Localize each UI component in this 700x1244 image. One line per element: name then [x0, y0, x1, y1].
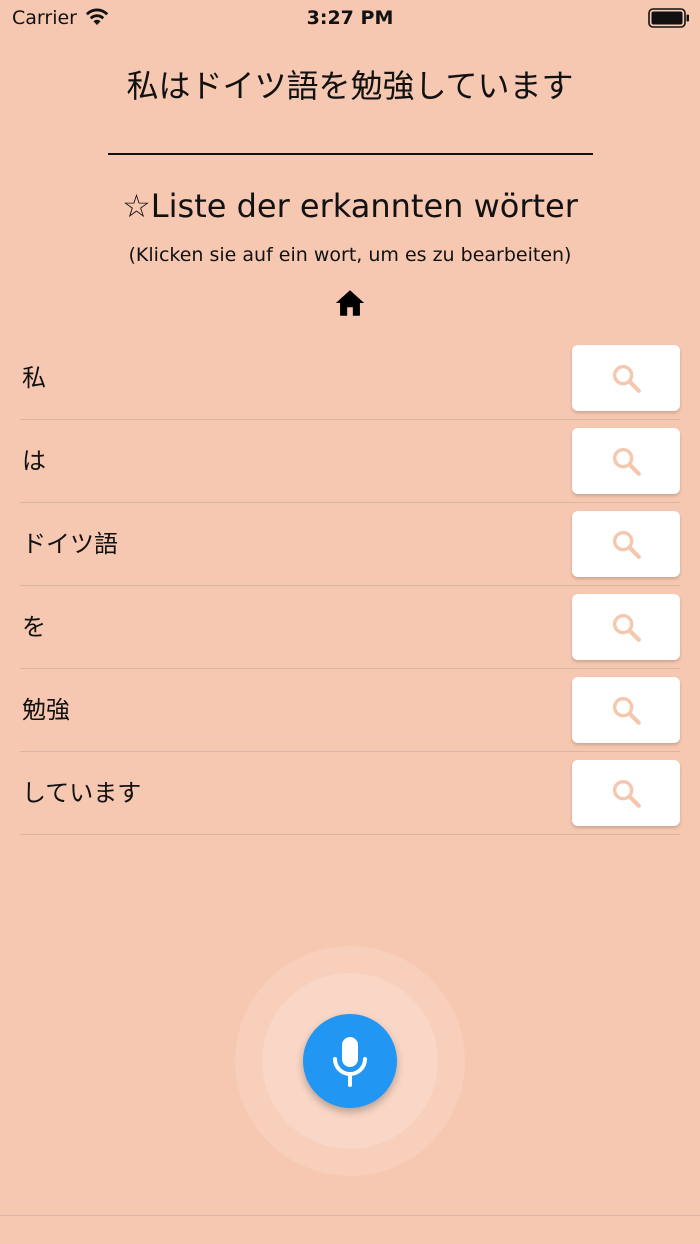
word-label[interactable]: ドイツ語 — [22, 525, 118, 563]
word-label[interactable]: 私 — [22, 359, 46, 397]
word-row: を — [20, 586, 680, 669]
search-button[interactable] — [572, 428, 680, 494]
search-icon — [612, 364, 641, 393]
search-icon — [612, 613, 641, 642]
word-row: しています — [20, 752, 680, 835]
microphone-button[interactable] — [303, 1014, 397, 1108]
header-divider — [108, 153, 593, 155]
word-row: 勉強 — [20, 669, 680, 752]
clock-time: 3:27 PM — [306, 7, 394, 29]
list-title: ☆Liste der erkannten wörter — [122, 187, 578, 225]
word-row: は — [20, 420, 680, 503]
app-screen: Carrier 3:27 PM 私はドイツ語を勉強しています ☆Liste de… — [0, 0, 700, 1244]
status-bar: Carrier 3:27 PM — [0, 0, 700, 40]
word-label[interactable]: しています — [22, 774, 141, 812]
word-label[interactable]: を — [22, 608, 46, 646]
microphone-icon — [333, 1037, 367, 1087]
battery-icon — [648, 8, 689, 28]
search-icon — [612, 779, 641, 808]
search-icon — [612, 530, 641, 559]
word-label[interactable]: は — [22, 442, 46, 480]
word-row: 私 — [20, 337, 680, 420]
search-button[interactable] — [572, 594, 680, 660]
search-icon — [612, 696, 641, 725]
search-button[interactable] — [572, 345, 680, 411]
word-list: 私 は ドイツ語 を 勉強 しています — [20, 337, 680, 835]
recognized-sentence: 私はドイツ語を勉強しています — [126, 67, 574, 105]
search-button[interactable] — [572, 677, 680, 743]
bottom-divider — [0, 1215, 700, 1216]
word-row: ドイツ語 — [20, 503, 680, 586]
search-button[interactable] — [572, 760, 680, 826]
list-subtitle: (Klicken sie auf ein wort, um es zu bear… — [128, 244, 572, 266]
home-icon[interactable] — [333, 286, 367, 320]
search-button[interactable] — [572, 511, 680, 577]
word-label[interactable]: 勉強 — [22, 691, 70, 729]
search-icon — [612, 447, 641, 476]
